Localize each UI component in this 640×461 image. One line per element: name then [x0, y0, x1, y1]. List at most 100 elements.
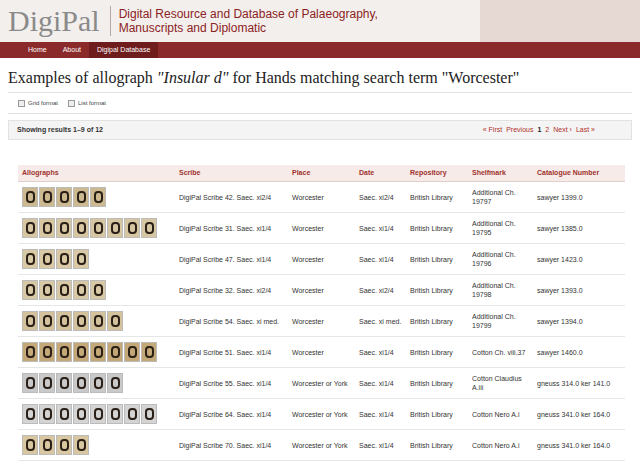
table-cell: sawyer 1460.0: [533, 348, 625, 357]
allograph-thumbnail[interactable]: [107, 342, 123, 362]
allograph-thumbnail[interactable]: [141, 218, 157, 238]
allograph-thumbnail[interactable]: [90, 404, 106, 424]
allograph-thumbnail[interactable]: [56, 218, 72, 238]
page-link[interactable]: Last »: [576, 125, 595, 136]
allograph-thumbnail[interactable]: [73, 218, 89, 238]
allograph-thumbnail[interactable]: [56, 249, 72, 269]
allograph-thumbnail[interactable]: [39, 280, 55, 300]
logo[interactable]: DigiPal: [0, 6, 111, 36]
table-cell: British Library: [406, 410, 468, 419]
table-row[interactable]: DigiPal Scribe 42. Saec. xi2/4WorcesterS…: [18, 182, 625, 213]
page-link[interactable]: 2: [545, 125, 549, 136]
allograph-thumbnail[interactable]: [107, 404, 123, 424]
allograph-thumbnail[interactable]: [73, 280, 89, 300]
nav-item[interactable]: Home: [20, 42, 55, 58]
table-row[interactable]: DigiPal Scribe 55. Saec. xi1/4Worcester …: [18, 368, 625, 399]
table-cell: Worcester or York: [288, 441, 355, 450]
pagination: « First Previous 12 Next › Last »: [483, 125, 623, 136]
allograph-thumbnail[interactable]: [39, 342, 55, 362]
allograph-thumbnail[interactable]: [22, 342, 38, 362]
page-link[interactable]: Previous: [506, 125, 533, 136]
allograph-thumbnail[interactable]: [39, 373, 55, 393]
page-title: Examples of allograph "Insular d" for Ha…: [0, 58, 640, 92]
table-cell: Worcester or York: [288, 379, 355, 388]
allograph-thumbnail[interactable]: [22, 435, 38, 455]
allograph-thumbnail[interactable]: [73, 342, 89, 362]
allograph-thumbnail[interactable]: [39, 187, 55, 207]
page-link[interactable]: « First: [483, 125, 502, 136]
allograph-thumbnail[interactable]: [73, 187, 89, 207]
column-header[interactable]: Scribe: [175, 168, 288, 179]
allograph-thumbnail[interactable]: [56, 280, 72, 300]
allograph-thumbnail[interactable]: [56, 311, 72, 331]
table-cell: sawyer 1394.0: [533, 317, 625, 326]
nav-item[interactable]: Digipal Database: [89, 42, 158, 58]
allograph-thumbnail[interactable]: [22, 187, 38, 207]
format-option[interactable]: List format: [68, 99, 106, 108]
allograph-thumbnail[interactable]: [90, 342, 106, 362]
table-row[interactable]: DigiPal Scribe 64. Saec. xi1/4Worcester …: [18, 399, 625, 430]
table-row[interactable]: DigiPal Scribe 32. Saec. xi2/4WorcesterS…: [18, 275, 625, 306]
allograph-thumbnail[interactable]: [90, 311, 106, 331]
table-row[interactable]: DigiPal Scribe 51. Saec. xi1/4WorcesterS…: [18, 337, 625, 368]
allograph-thumbnail[interactable]: [141, 342, 157, 362]
column-header[interactable]: Repository: [406, 168, 468, 179]
allograph-thumbnail[interactable]: [22, 404, 38, 424]
table-row[interactable]: DigiPal Scribe 70. Saec. xi1/4Worcester …: [18, 430, 625, 461]
allograph-thumbnail[interactable]: [22, 218, 38, 238]
page-link[interactable]: 1: [537, 125, 541, 136]
allograph-thumbnail[interactable]: [124, 218, 140, 238]
allograph-thumbnail[interactable]: [56, 435, 72, 455]
allograph-thumbnail[interactable]: [73, 373, 89, 393]
allograph-cell: [18, 249, 175, 269]
allograph-thumbnail[interactable]: [56, 187, 72, 207]
allograph-thumbnail[interactable]: [107, 218, 123, 238]
allograph-thumbnail[interactable]: [73, 249, 89, 269]
allograph-thumbnail[interactable]: [22, 280, 38, 300]
allograph-thumbnail[interactable]: [22, 373, 38, 393]
allograph-thumbnail[interactable]: [107, 311, 123, 331]
allograph-thumbnail[interactable]: [90, 280, 106, 300]
table-cell: gneuss 341.0 ker 164.0: [533, 410, 625, 419]
allograph-thumbnail[interactable]: [73, 435, 89, 455]
allograph-thumbnail[interactable]: [39, 435, 55, 455]
table-cell: Saec. xi1/4: [355, 348, 406, 357]
allograph-cell: [18, 342, 175, 362]
allograph-thumbnail[interactable]: [90, 187, 106, 207]
allograph-thumbnail[interactable]: [56, 404, 72, 424]
allograph-thumbnail[interactable]: [90, 218, 106, 238]
column-header[interactable]: Shelfmark: [468, 168, 533, 179]
nav-item[interactable]: About: [55, 42, 89, 58]
format-option[interactable]: Grid format: [18, 99, 58, 108]
allograph-thumbnail[interactable]: [22, 249, 38, 269]
allograph-thumbnail[interactable]: [141, 404, 157, 424]
allograph-thumbnail[interactable]: [39, 249, 55, 269]
table-cell: Additional Ch. 19799: [468, 312, 533, 330]
table-cell: Worcester: [288, 255, 355, 264]
column-header[interactable]: Allographs: [18, 168, 175, 179]
allograph-thumbnail[interactable]: [124, 404, 140, 424]
allograph-thumbnail[interactable]: [39, 218, 55, 238]
table-row[interactable]: DigiPal Scribe 47. Saec. xi1/4WorcesterS…: [18, 244, 625, 275]
table-row[interactable]: DigiPal Scribe 54. Saec. xi med.Worceste…: [18, 306, 625, 337]
table-cell: DigiPal Scribe 51. Saec. xi1/4: [175, 348, 288, 357]
allograph-thumbnail[interactable]: [107, 373, 123, 393]
allograph-thumbnail[interactable]: [56, 342, 72, 362]
allograph-thumbnail[interactable]: [73, 311, 89, 331]
page-link[interactable]: Next ›: [553, 125, 572, 136]
column-header[interactable]: Place: [288, 168, 355, 179]
table-row[interactable]: DigiPal Scribe 31. Saec. xi1/4WorcesterS…: [18, 213, 625, 244]
table-cell: Saec. xi1/4: [355, 410, 406, 419]
allograph-thumbnail[interactable]: [39, 311, 55, 331]
allograph-cell: [18, 280, 175, 300]
allograph-thumbnail[interactable]: [90, 373, 106, 393]
allograph-thumbnail[interactable]: [56, 373, 72, 393]
column-header[interactable]: Catalogue Number: [533, 168, 625, 179]
allograph-thumbnail[interactable]: [22, 311, 38, 331]
allograph-thumbnail[interactable]: [39, 404, 55, 424]
column-header[interactable]: Date: [355, 168, 406, 179]
table-cell: British Library: [406, 255, 468, 264]
allograph-thumbnail[interactable]: [124, 342, 140, 362]
table-cell: Saec. xi1/4: [355, 255, 406, 264]
allograph-thumbnail[interactable]: [73, 404, 89, 424]
